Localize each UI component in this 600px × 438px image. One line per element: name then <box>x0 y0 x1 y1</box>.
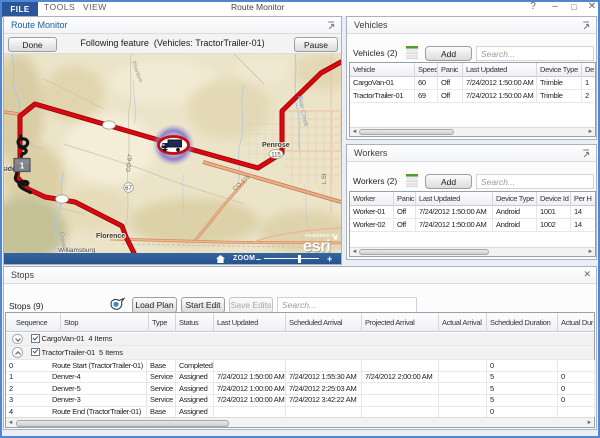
svg-text:1: 1 <box>20 161 25 171</box>
svg-text:67: 67 <box>125 186 132 192</box>
svg-text:Florence: Florence <box>96 233 125 240</box>
svg-text:esri: esri <box>303 238 330 254</box>
svg-text:L St: L St <box>322 173 328 184</box>
svg-text:Penrose: Penrose <box>262 142 290 149</box>
svg-text:115: 115 <box>271 152 281 158</box>
